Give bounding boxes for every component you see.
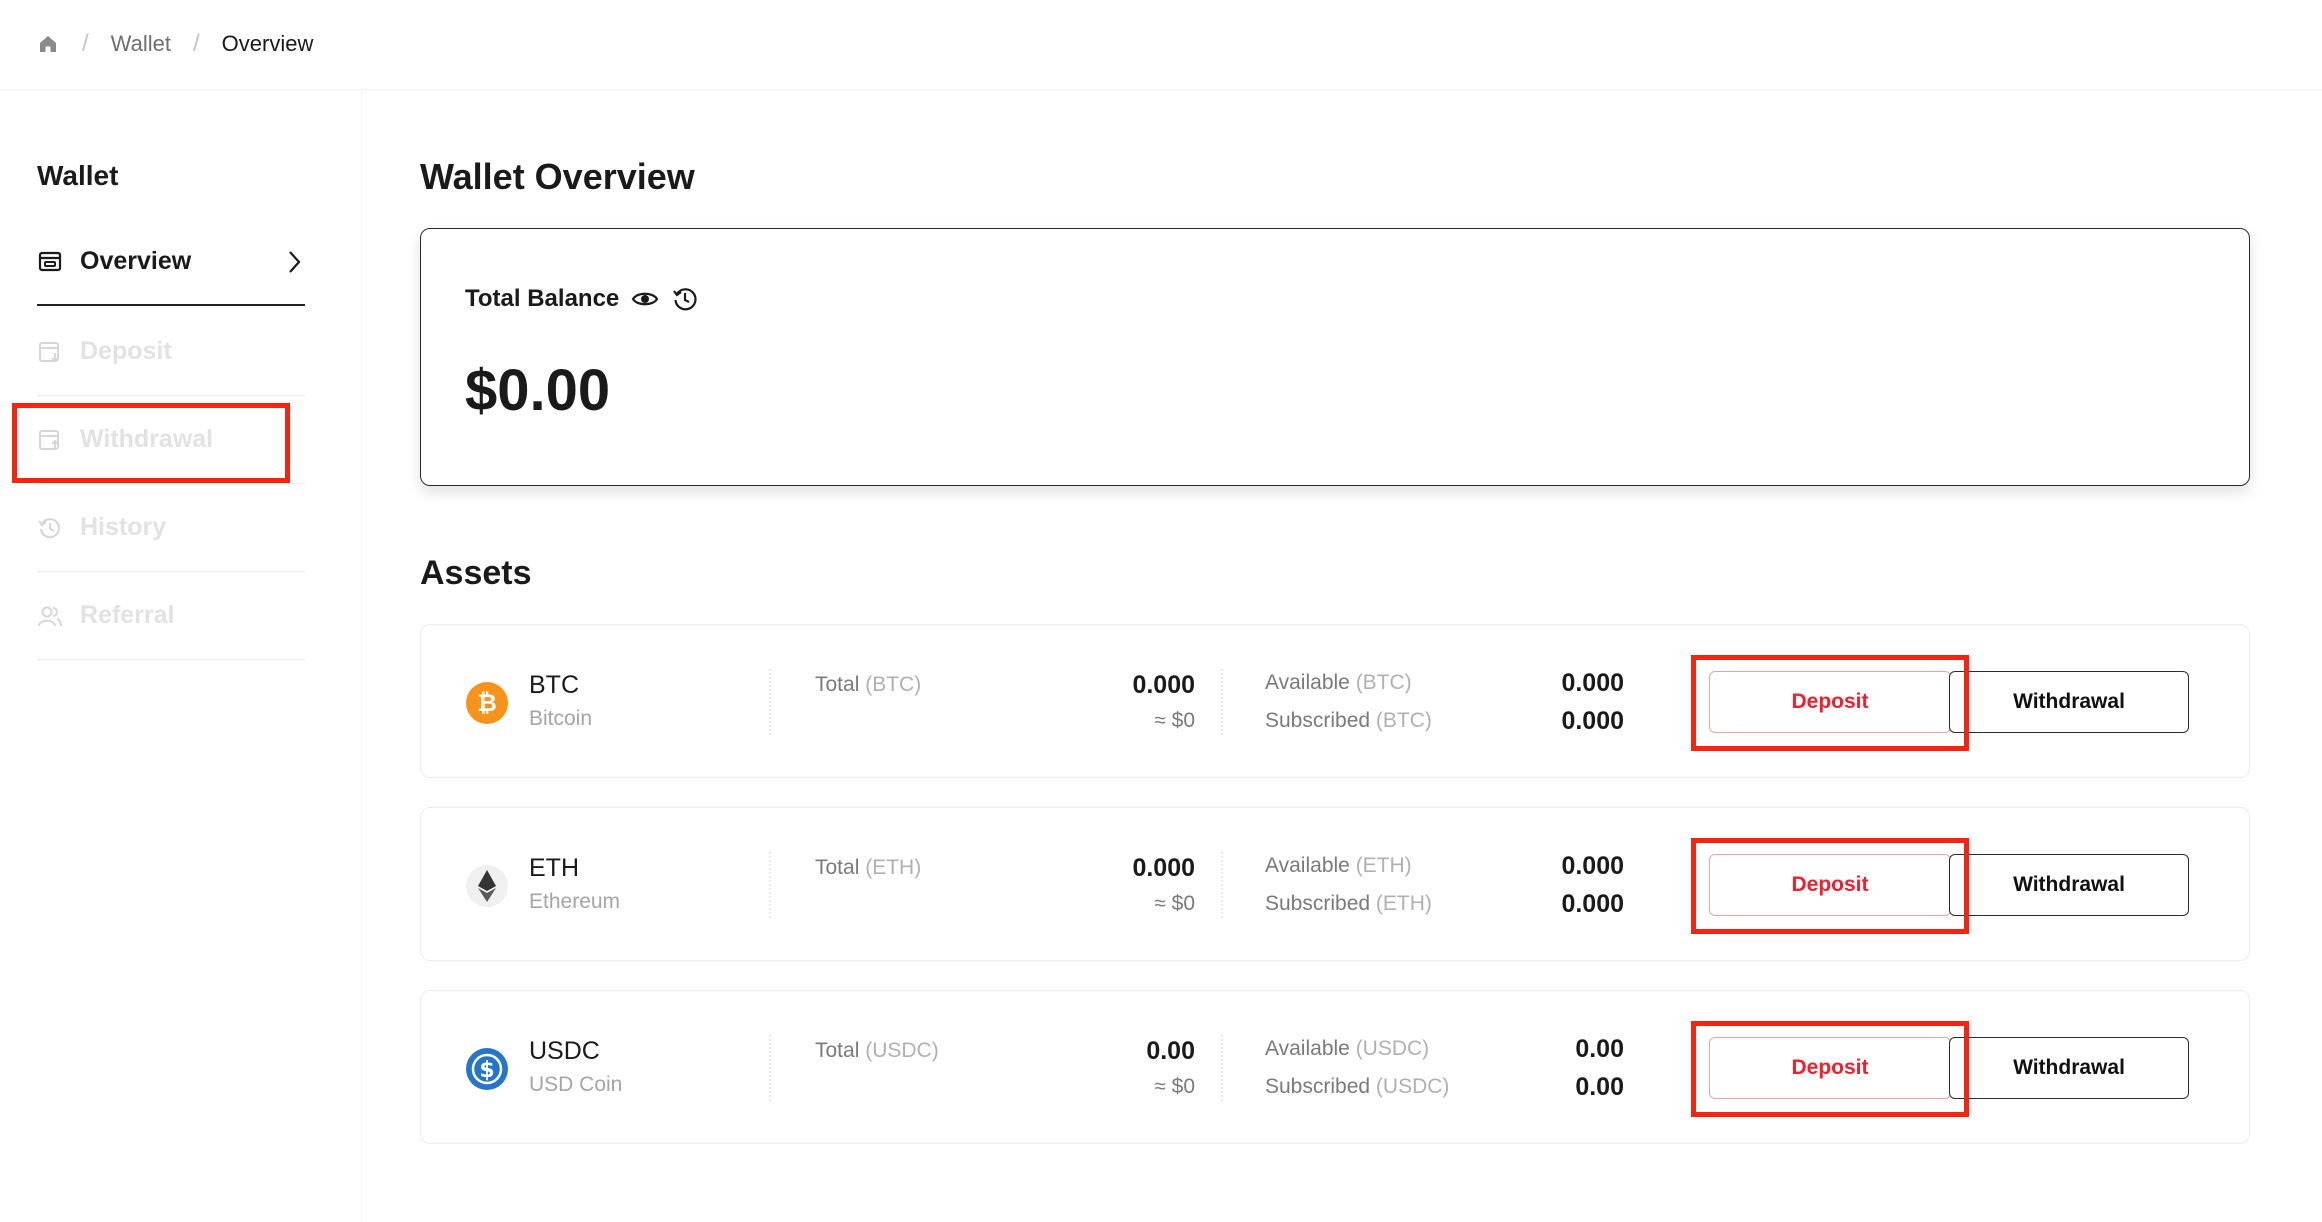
total-balance-value: $0.00: [465, 358, 611, 423]
divider: [1221, 1035, 1223, 1101]
withdrawal-button[interactable]: Withdrawal: [1949, 1037, 2189, 1099]
coin-symbol: ETH: [529, 854, 579, 882]
breadcrumb-wallet[interactable]: Wallet: [111, 31, 171, 57]
sidebar-item-label: Referral: [80, 601, 175, 629]
coin-name: Bitcoin: [529, 707, 593, 730]
withdrawal-button[interactable]: Withdrawal: [1949, 671, 2189, 733]
usdc-icon: $: [465, 1047, 509, 1091]
balance-card: Total Balance $0.00: [420, 228, 2250, 486]
sidebar: Wallet Overview Deposit Withdrawal Histo…: [0, 90, 362, 1222]
total-value: 0.000: [1132, 671, 1195, 699]
total-label: Total (ETH): [815, 856, 922, 879]
available-value: 0.000: [1561, 669, 1624, 697]
coin-symbol: USDC: [529, 1037, 600, 1065]
breadcrumb-separator: /: [82, 30, 89, 57]
highlight-box: [12, 403, 290, 483]
available-label: Available (BTC): [1265, 671, 1412, 694]
svg-text:$: $: [479, 1058, 494, 1083]
top-bar: / Wallet / Overview: [0, 0, 2322, 90]
sidebar-item-deposit[interactable]: Deposit: [37, 308, 305, 396]
divider: [1221, 852, 1223, 918]
subscribed-label: Subscribed (BTC): [1265, 709, 1432, 732]
page-title: Wallet Overview: [420, 156, 695, 197]
subscribed-value: 0.00: [1575, 1073, 1624, 1101]
breadcrumb-overview: Overview: [221, 31, 314, 56]
divider: [769, 852, 771, 918]
total-value: 0.00: [1146, 1037, 1195, 1065]
deposit-button[interactable]: Deposit: [1709, 671, 1951, 733]
withdrawal-button[interactable]: Withdrawal: [1949, 854, 2189, 916]
asset-row-usdc: $ USDC USD Coin Total (USDC) 0.00 ≈ $0 A…: [420, 990, 2250, 1144]
asset-row-eth: ETH Ethereum Total (ETH) 0.000 ≈ $0 Avai…: [420, 807, 2250, 961]
sidebar-item-label: Deposit: [80, 337, 172, 365]
home-icon[interactable]: [36, 32, 60, 56]
history-icon[interactable]: [671, 285, 699, 313]
sidebar-item-referral[interactable]: Referral: [37, 572, 305, 660]
sidebar-item-overview[interactable]: Overview: [37, 218, 305, 306]
total-label: Total (USDC): [815, 1039, 939, 1062]
total-usd-value: ≈ $0: [1154, 892, 1195, 915]
subscribed-value: 0.000: [1561, 707, 1624, 735]
total-balance-text: Total Balance: [465, 285, 620, 312]
deposit-icon: [37, 339, 63, 365]
main-content: Wallet Overview Total Balance $0.00 Asse…: [362, 90, 2322, 1222]
ethereum-icon: [465, 864, 509, 908]
deposit-button[interactable]: Deposit: [1709, 854, 1951, 916]
available-label: Available (ETH): [1265, 854, 1412, 877]
subscribed-label: Subscribed (USDC): [1265, 1075, 1450, 1098]
eye-icon[interactable]: [631, 285, 659, 313]
breadcrumb: / Wallet / Overview: [36, 26, 313, 62]
total-label: Total (BTC): [815, 673, 922, 696]
total-value: 0.000: [1132, 854, 1195, 882]
divider: [769, 669, 771, 735]
asset-row-btc: ₿ BTC Bitcoin Total (BTC) 0.000 ≈ $0 Ava…: [420, 624, 2250, 778]
sidebar-item-label: Overview: [80, 246, 192, 275]
coin-name: USD Coin: [529, 1073, 623, 1096]
total-usd-value: ≈ $0: [1154, 709, 1195, 732]
chevron-right-icon: [283, 249, 305, 275]
coin-symbol: BTC: [529, 671, 579, 699]
total-balance-label: Total Balance: [465, 285, 699, 313]
coin-name: Ethereum: [529, 890, 621, 913]
sidebar-item-history[interactable]: History: [37, 484, 305, 572]
total-usd-value: ≈ $0: [1154, 1075, 1195, 1098]
sidebar-title: Wallet: [37, 160, 119, 191]
deposit-button[interactable]: Deposit: [1709, 1037, 1951, 1099]
available-label: Available (USDC): [1265, 1037, 1430, 1060]
bitcoin-icon: ₿: [465, 681, 509, 725]
history-icon: [37, 515, 63, 541]
sidebar-item-label: History: [80, 513, 167, 541]
available-value: 0.000: [1561, 852, 1624, 880]
wallet-icon: [37, 248, 63, 274]
available-value: 0.00: [1575, 1035, 1624, 1063]
assets-title: Assets: [420, 554, 532, 592]
subscribed-value: 0.000: [1561, 890, 1624, 918]
subscribed-label: Subscribed (ETH): [1265, 892, 1432, 915]
referral-icon: [37, 603, 63, 629]
divider: [769, 1035, 771, 1101]
svg-text:₿: ₿: [477, 689, 497, 717]
breadcrumb-separator: /: [192, 30, 200, 57]
divider: [1221, 669, 1223, 735]
